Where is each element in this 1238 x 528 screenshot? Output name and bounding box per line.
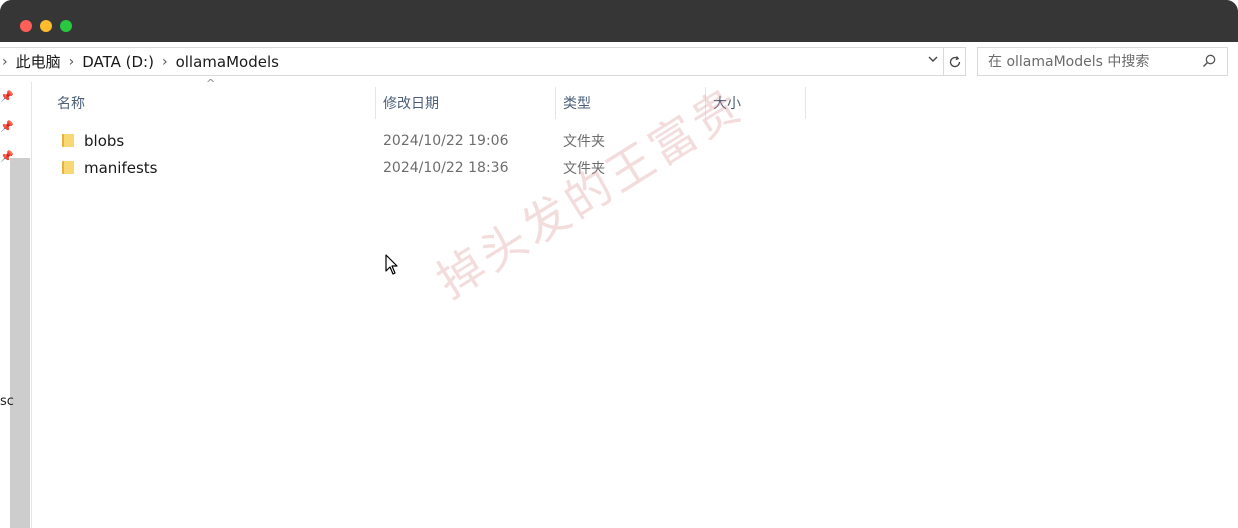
breadcrumb-item-this-pc[interactable]: 此电脑	[16, 51, 61, 72]
breadcrumb-item-ollamamodels[interactable]: ollamaModels	[176, 53, 279, 71]
navigation-scrollbar[interactable]	[10, 158, 30, 528]
close-window-button[interactable]	[20, 20, 32, 32]
chevron-right-icon[interactable]: ›	[162, 54, 168, 70]
chevron-down-icon[interactable]	[927, 53, 939, 69]
folder-icon	[61, 160, 75, 179]
chevron-right-icon[interactable]: ›	[69, 54, 75, 70]
explorer-window: › 此电脑 › DATA (D:) › ollamaModels 在 ollam…	[0, 0, 1238, 528]
breadcrumb[interactable]: › 此电脑 › DATA (D:) › ollamaModels	[0, 47, 944, 76]
folder-icon	[61, 133, 75, 152]
refresh-icon	[949, 55, 960, 67]
pin-icon: 📌	[0, 90, 14, 103]
search-icon[interactable]	[1201, 53, 1217, 73]
file-date: 2024/10/22 18:36	[383, 159, 509, 176]
file-date: 2024/10/22 19:06	[383, 132, 509, 149]
pin-icon: 📌	[0, 120, 14, 133]
chevron-right-icon[interactable]: ›	[2, 54, 8, 70]
column-header-name[interactable]: 名称	[50, 87, 376, 119]
file-row-manifests[interactable]: manifests 2024/10/22 18:36 文件夹	[32, 154, 832, 181]
column-header-date[interactable]: 修改日期	[376, 87, 556, 119]
mouse-cursor-icon	[385, 254, 399, 280]
navigation-pane: 📌 📌 📌 sc	[0, 82, 32, 528]
maximize-window-button[interactable]	[60, 20, 72, 32]
search-box[interactable]	[977, 47, 1228, 76]
explorer-content: › 此电脑 › DATA (D:) › ollamaModels 在 ollam…	[0, 42, 1238, 528]
file-name[interactable]: blobs	[84, 127, 124, 154]
nav-item-partial-label[interactable]: sc	[0, 394, 14, 409]
address-bar: › 此电脑 › DATA (D:) › ollamaModels	[0, 42, 1238, 82]
search-input[interactable]	[986, 52, 1200, 71]
refresh-button[interactable]	[944, 47, 966, 76]
breadcrumb-item-data-drive[interactable]: DATA (D:)	[82, 53, 154, 71]
file-name[interactable]: manifests	[84, 154, 158, 181]
minimize-window-button[interactable]	[40, 20, 52, 32]
title-bar	[0, 0, 1238, 42]
